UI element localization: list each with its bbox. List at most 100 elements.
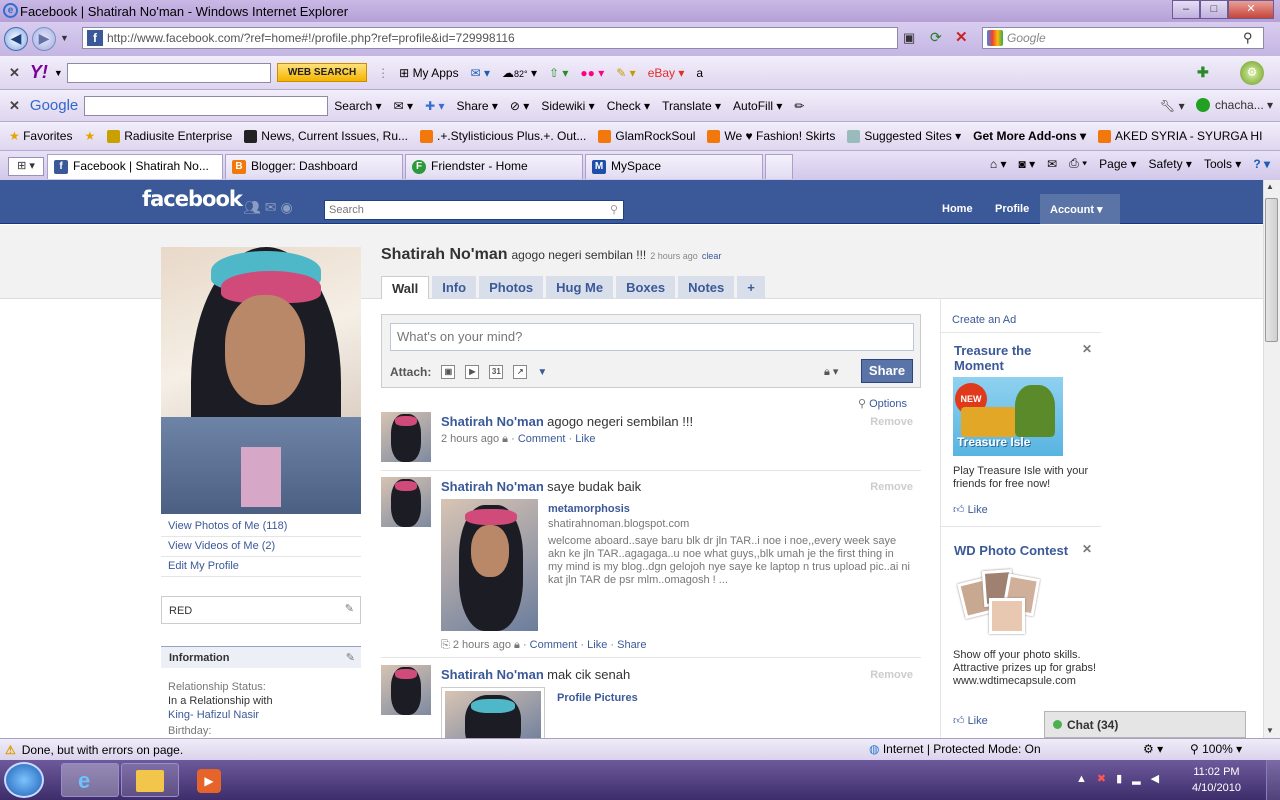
comment-link[interactable]: Comment [518,433,566,445]
system-tray-icons[interactable]: ▲✖▮▂◀ [1076,772,1169,785]
taskbar-media-player[interactable]: ▶ [181,763,239,797]
edit-pencil-icon[interactable]: ✎ [345,602,354,615]
compat-view-icon[interactable]: ▣ [903,30,915,46]
plus-icon[interactable]: ✚ ▾ [425,99,444,113]
add-tab-button[interactable]: + [737,276,765,299]
nav-account[interactable]: Account ▾ [1050,203,1103,216]
nav-profile[interactable]: Profile [995,203,1029,215]
mail-icon[interactable]: ✉ ▾ [471,66,490,80]
link-thumbnail[interactable] [441,499,538,631]
tab-info[interactable]: Info [432,276,477,299]
my-apps-button[interactable]: ⊞ My Apps [399,66,458,80]
remove-link[interactable]: Remove [870,481,913,493]
taskbar-clock[interactable]: 11:02 PM 4/10/2010 [1192,764,1241,796]
fav-glamrocksoul[interactable]: GlamRockSoul [598,129,695,144]
post-author-link[interactable]: Shatirah No'man [441,414,544,429]
tray-signal-icon[interactable]: ▂ [1132,773,1150,785]
whats-on-your-mind-input[interactable]: What's on your mind? [390,323,914,351]
google-toolbar-search[interactable] [84,95,329,116]
post-author-link[interactable]: Shatirah No'man [441,667,544,682]
close-ad-icon[interactable]: ✕ [1082,342,1092,356]
post-avatar[interactable] [381,477,431,527]
attach-event-icon[interactable]: 31 [489,365,504,379]
fav-radiusite[interactable]: Radiusite Enterprise [107,129,232,144]
attach-link-icon[interactable]: ↗ [513,365,528,379]
tab-boxes[interactable]: Boxes [616,276,676,299]
forward-button[interactable]: ▶ [32,27,56,51]
notepad-icon[interactable]: ✎ ▾ [616,66,635,80]
create-ad-link[interactable]: Create an Ad [952,314,1016,326]
weather-button[interactable]: ☁82° ▾ [502,66,537,80]
search-icon[interactable]: ⚲ [610,201,618,219]
google-search-input[interactable]: Google [982,27,1264,49]
start-button[interactable] [4,762,44,798]
highlighter-icon[interactable]: ✏ [794,99,804,113]
zone-info[interactable]: ◍ Internet | Protected Mode: On [869,742,1041,756]
check-button[interactable]: Check ▾ [607,99,650,113]
messages-icon[interactable]: ✉ [265,199,281,215]
page-menu[interactable]: Page ▾ [1099,157,1136,171]
ad-title[interactable]: WD Photo Contest [954,543,1068,558]
maximize-button[interactable]: □ [1200,0,1228,19]
album-title-link[interactable]: Profile Pictures [557,692,638,704]
ad-url[interactable]: www.wdtimecapsule.com [953,675,1076,687]
taskbar-explorer[interactable] [121,763,179,797]
album-thumbnail[interactable] [441,687,545,738]
facebook-search-input[interactable]: Search ⚲ [324,200,624,220]
history-dropdown-icon[interactable]: ▼ [60,33,69,43]
tray-network-error-icon[interactable]: ✖ [1097,773,1116,785]
edit-profile-link[interactable]: Edit My Profile [161,556,361,577]
stop-icon[interactable]: ✕ [955,28,968,46]
new-tab-button[interactable] [765,154,793,179]
settings-gear-icon[interactable]: ⚙ [1240,61,1264,85]
bookmark-icon[interactable]: ✉ ▾ [394,99,413,113]
ad-title[interactable]: Treasure the Moment [954,343,1074,373]
google-account-button[interactable]: chacha... ▾ [1196,98,1273,112]
fav-suggested-sites[interactable]: Suggested Sites ▾ [847,129,961,144]
post-avatar[interactable] [381,665,431,715]
back-button[interactable]: ◀ [4,27,28,51]
ebay-icon[interactable]: eBay ▾ [648,66,685,80]
remove-link[interactable]: Remove [870,669,913,681]
link-title[interactable]: metamorphosis [548,503,910,515]
upload-icon[interactable]: ⇧ ▾ [549,66,568,80]
close-toolbar-icon[interactable]: ✕ [9,65,20,81]
address-bar[interactable]: f http://www.facebook.com/?ref=home#!/pr… [82,27,898,49]
translate-button[interactable]: Translate ▾ [662,99,721,113]
scrollbar-thumb[interactable] [1265,198,1278,342]
like-link[interactable]: Like [575,433,595,445]
warning-icon[interactable]: ⚠ [5,743,16,757]
flickr-icon[interactable]: ●● ▾ [580,66,604,80]
privacy-lock-icon[interactable]: 🔒︎ ▾ [824,365,838,379]
google-search-button[interactable]: Search ▾ [334,99,381,113]
post-avatar[interactable] [381,412,431,462]
close-button[interactable]: ✕ [1228,0,1274,19]
share-button[interactable]: Share [861,359,913,383]
view-videos-link[interactable]: View Videos of Me (2) [161,536,361,557]
tray-expand-icon[interactable]: ▲ [1076,773,1097,785]
view-photos-link[interactable]: View Photos of Me (118) [161,516,361,537]
safety-menu[interactable]: Safety ▾ [1149,157,1192,171]
fav-fashion[interactable]: We ♥ Fashion! Skirts [707,129,835,144]
print-icon[interactable]: ⎙ ▾ [1069,156,1087,171]
fav-news[interactable]: News, Current Issues, Ru... [244,129,408,144]
friend-requests-icon[interactable]: 👥︎ [243,199,265,215]
popup-blocker-icon[interactable]: ⊘ ▾ [510,99,529,113]
clear-status-link[interactable]: clear [702,251,722,261]
amazon-icon[interactable]: a [696,66,703,80]
add-favorite-icon[interactable]: ★ [84,129,95,143]
fav-aked-syria[interactable]: AKED SYRIA - SYURGA HI [1098,129,1262,144]
refresh-icon[interactable]: ⟳ [930,29,942,46]
wrench-icon[interactable]: 🔧︎ ▾ [1160,99,1185,113]
favorites-button[interactable]: ★ Favorites [9,129,72,143]
tools-menu[interactable]: Tools ▾ [1204,157,1241,171]
chat-bar[interactable]: Chat (34) [1044,711,1246,738]
yahoo-dropdown-icon[interactable]: ▼ [54,68,63,78]
zoom-control[interactable]: ⚲ 100% ▾ [1190,742,1242,756]
tab-photos[interactable]: Photos [479,276,544,299]
home-icon[interactable]: ⌂ ▾ [990,157,1007,171]
notification-icons[interactable]: 👥︎✉◉ [243,199,297,216]
ad-like-button[interactable]: 👍︎ Like [953,714,988,727]
sidewiki-button[interactable]: Sidewiki ▾ [541,99,594,113]
feeds-icon[interactable]: ◙ ▾ [1019,157,1036,171]
